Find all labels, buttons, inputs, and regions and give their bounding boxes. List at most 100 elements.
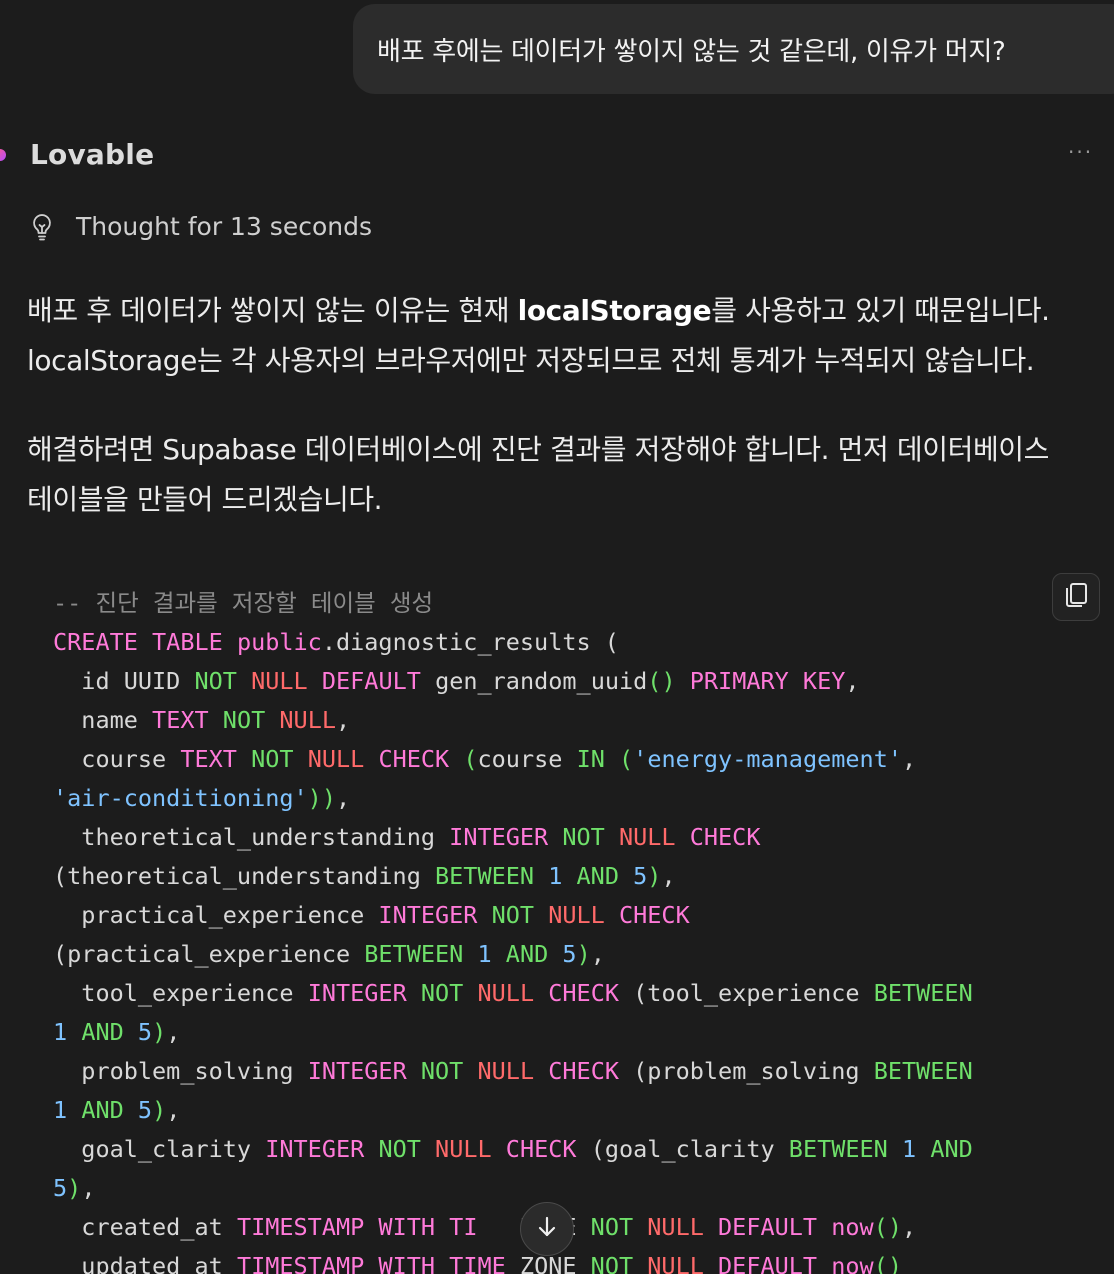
code-identifier: course	[477, 745, 563, 773]
code-keyword: TIMESTAMP WITH	[236, 1213, 436, 1241]
lightbulb-icon	[30, 213, 54, 241]
code-identifier: (problem_solving	[633, 1057, 860, 1085]
code-keyword: BETWEEN	[435, 862, 535, 890]
code-number: 1	[902, 1135, 917, 1163]
code-keyword: NOT	[420, 979, 464, 1007]
code-identifier: id UUID	[53, 667, 181, 695]
paragraph-2-line-2: 테이블을 만들어 드리겠습니다.	[27, 483, 383, 516]
code-keyword: NOT	[251, 745, 294, 773]
code-keyword: NOT	[562, 823, 605, 851]
code-identifier: (theoretical_understanding	[53, 862, 421, 890]
code-keyword: NULL	[477, 1057, 535, 1085]
response-paragraph-2: 해결하려면 Supabase 데이터베이스에 진단 결과를 저장해야 합니다. …	[27, 425, 1049, 525]
code-identifier: tool_experience	[53, 979, 294, 1007]
code-keyword: NOT	[590, 1213, 634, 1241]
text-segment: 배포 후 데이터가 쌓이지 않는 이유는 현재	[27, 294, 518, 327]
code-identifier: theoretical_understanding	[53, 823, 436, 851]
ellipsis-icon: ···	[1068, 140, 1094, 164]
code-identifier: course	[53, 745, 167, 773]
code-function: now	[831, 1213, 874, 1241]
code-punct: (	[590, 628, 619, 656]
code-number: 1	[53, 1096, 68, 1124]
code-identifier: created_at	[53, 1213, 223, 1241]
code-keyword: NULL	[435, 1135, 492, 1163]
code-keyword: TIMESTAMP WITH	[236, 1252, 436, 1274]
code-function: now	[831, 1252, 874, 1274]
code-keyword: BETWEEN	[788, 1135, 888, 1163]
code-number: 1	[548, 862, 563, 890]
code-keyword: CHECK	[378, 745, 450, 773]
code-comment: -- 진단 결과를 저장할 테이블 생성	[53, 589, 434, 617]
code-keyword: CHECK	[548, 1057, 619, 1085]
assistant-name: Lovable	[30, 138, 155, 171]
code-identifier: practical_experience	[53, 901, 365, 929]
code-keyword: NULL	[307, 745, 365, 773]
code-keyword: NOT	[222, 706, 266, 734]
code-keyword: NOT	[491, 901, 535, 929]
code-keyword: IN	[576, 745, 605, 773]
code-number: 5	[53, 1174, 68, 1202]
code-keyword: NULL	[548, 901, 605, 929]
code-number: 5	[137, 1018, 153, 1046]
copy-icon	[1063, 581, 1089, 613]
response-paragraph-1: 배포 후 데이터가 쌓이지 않는 이유는 현재 localStorage를 사용…	[27, 286, 1050, 386]
code-identifier: problem_solving	[53, 1057, 294, 1085]
code-keyword: DEFAULT	[718, 1213, 818, 1241]
code-number: 1	[477, 940, 492, 968]
code-keyword: TI	[449, 1213, 478, 1241]
sql-code-block: -- 진단 결과를 저장할 테이블 생성 CREATE TABLE public…	[53, 584, 973, 1274]
code-keyword: DEFAULT	[718, 1252, 818, 1274]
code-number: 5	[562, 940, 577, 968]
code-keyword: NOT	[194, 667, 237, 695]
code-string: 'energy-management'	[633, 745, 902, 773]
code-keyword: AND	[505, 940, 549, 968]
code-keyword: BETWEEN	[364, 940, 464, 968]
code-identifier: (practical_experience	[53, 940, 351, 968]
code-keyword: TEXT	[180, 745, 237, 773]
copy-code-button[interactable]	[1052, 573, 1100, 621]
code-keyword: NULL	[279, 706, 336, 734]
code-keyword: CHECK	[505, 1135, 577, 1163]
code-identifier: (goal_clarity	[590, 1135, 775, 1163]
code-keyword: BETWEEN	[873, 1057, 973, 1085]
code-keyword: INTEGER	[449, 823, 549, 851]
text-segment: 를 사용하고 있기 때문입니다.	[711, 294, 1050, 327]
code-keyword: NULL	[477, 979, 535, 1007]
code-number: 1	[53, 1018, 68, 1046]
lovable-logo-icon	[0, 149, 6, 161]
code-keyword: DEFAULT	[321, 667, 421, 695]
paragraph-1-line-1: 배포 후 데이터가 쌓이지 않는 이유는 현재 localStorage를 사용…	[27, 286, 1050, 336]
code-identifier: goal_clarity	[53, 1135, 252, 1163]
code-identifier: .diagnostic_results	[321, 628, 591, 656]
code-keyword: NULL	[251, 667, 308, 695]
code-keyword: NULL	[647, 1252, 704, 1274]
code-number: 5	[633, 862, 648, 890]
user-message-bubble: 배포 후에는 데이터가 쌓이지 않는 것 같은데, 이유가 머지?	[353, 4, 1114, 94]
code-function: gen_random_uuid	[435, 667, 648, 695]
code-keyword: NOT	[420, 1057, 464, 1085]
code-keyword: INTEGER	[307, 1057, 407, 1085]
code-keyword: AND	[81, 1096, 124, 1124]
code-keyword: CREATE TABLE	[53, 628, 223, 656]
code-keyword: CHECK	[618, 901, 690, 929]
code-keyword: NULL	[618, 823, 676, 851]
code-keyword: public	[236, 628, 322, 656]
code-string: 'air-conditioning'	[53, 784, 308, 812]
bold-term: localStorage	[517, 294, 712, 327]
thought-summary[interactable]: Thought for 13 seconds	[30, 212, 372, 241]
code-number: 5	[137, 1096, 153, 1124]
code-keyword: CHECK	[548, 979, 619, 1007]
code-keyword: TEXT	[152, 706, 209, 734]
scroll-to-bottom-button[interactable]	[520, 1202, 574, 1256]
code-keyword: INTEGER	[378, 901, 478, 929]
code-keyword: AND	[81, 1018, 124, 1046]
code-keyword: AND	[576, 862, 619, 890]
more-options-button[interactable]: ···	[1068, 140, 1108, 168]
code-keyword: BETWEEN	[873, 979, 973, 1007]
arrow-down-icon	[536, 1215, 558, 1243]
paragraph-2-line-1: 해결하려면 Supabase 데이터베이스에 진단 결과를 저장해야 합니다. …	[27, 433, 1050, 466]
code-identifier: name	[53, 706, 138, 734]
code-keyword: INTEGER	[265, 1135, 365, 1163]
code-identifier: (tool_experience	[633, 979, 860, 1007]
code-keyword: INTEGER	[307, 979, 407, 1007]
